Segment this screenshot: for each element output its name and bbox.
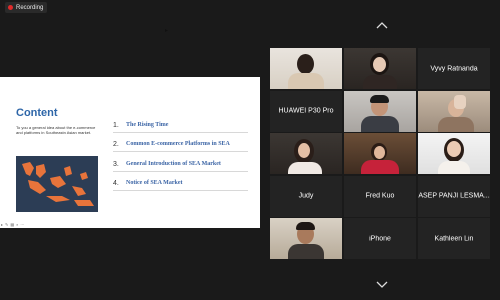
toc-number: 3. [113, 160, 119, 168]
participant-video [344, 133, 416, 174]
gallery-scroll-up-button[interactable] [376, 22, 388, 29]
toc-item: 3. General Introduction of SEA Market [113, 157, 248, 172]
grid-icon[interactable]: ▦ [10, 222, 14, 227]
recording-label: Recording [16, 4, 44, 11]
toc-number: 4. [113, 179, 119, 187]
participant-tile[interactable]: Vyvy Ratnanda [418, 48, 490, 89]
search-icon[interactable]: ⌕ [16, 222, 18, 227]
participant-tile[interactable] [270, 133, 342, 174]
participant-tile[interactable] [418, 133, 490, 174]
toc-label: The Rising Time [126, 122, 169, 128]
participant-tile[interactable]: ASEP PANJI LESMA... [418, 175, 490, 217]
mouse-pointer-icon: ▸ [165, 28, 169, 34]
participant-tile[interactable] [270, 218, 342, 259]
participant-tile[interactable]: Kathleen Lin [418, 218, 490, 259]
participant-gallery: Vyvy Ratnanda HUAWEI P30 Pro Judy Fred K… [270, 48, 490, 259]
toc-number: 2. [113, 140, 119, 148]
chevron-up-icon [376, 22, 388, 29]
participant-tile[interactable]: HUAWEI P30 Pro [270, 90, 342, 132]
participant-tile[interactable] [344, 133, 416, 174]
toc-item: 2. Common E-commerce Platforms in SEA [113, 137, 248, 152]
toc-label: General Introduction of SEA Market [126, 161, 221, 167]
participant-tile[interactable] [418, 90, 490, 132]
participant-name: HUAWEI P30 Pro [278, 107, 334, 115]
participant-tile[interactable]: iPhone [344, 218, 416, 259]
slide-title: Content [16, 107, 58, 119]
play-icon[interactable]: ▸ [1, 222, 3, 227]
participant-name: ASEP PANJI LESMA... [418, 192, 490, 200]
recording-dot-icon [8, 5, 13, 10]
chevron-down-icon [376, 281, 388, 288]
participant-name: Fred Kuo [365, 192, 395, 200]
toc-label: Common E-commerce Platforms in SEA [126, 141, 230, 147]
participant-name: Vyvy Ratnanda [430, 65, 478, 72]
participant-video [418, 90, 490, 132]
participant-video [270, 133, 342, 174]
participant-name: iPhone [369, 235, 391, 242]
participant-video [270, 218, 342, 259]
shared-screen[interactable]: Content To you a general idea about the … [0, 77, 260, 228]
toc-item: 1. The Rising Time [113, 118, 248, 133]
participant-video [270, 48, 342, 89]
participant-tile[interactable]: Fred Kuo [344, 175, 416, 217]
toc-item: 4. Notice of SEA Market [113, 176, 248, 191]
participant-tile[interactable] [270, 48, 342, 89]
active-speaker-tile[interactable] [344, 90, 416, 132]
toc-label: Notice of SEA Market [126, 180, 183, 186]
participant-video [418, 133, 490, 174]
participant-name: Judy [298, 192, 314, 200]
participant-tile[interactable] [344, 48, 416, 89]
southeast-asia-map-image [16, 156, 98, 212]
gallery-scroll-down-button[interactable] [376, 281, 388, 288]
participant-tile[interactable]: Judy [270, 175, 342, 217]
participant-video [344, 90, 416, 132]
participant-name: Kathleen Lin [434, 235, 474, 242]
recording-indicator[interactable]: Recording [5, 2, 48, 13]
pen-icon[interactable]: ✎ [5, 222, 8, 227]
slide-footer-controls: ▸ ✎ ▦ ⌕ ⋯ [1, 222, 24, 227]
slide-subtitle: To you a general idea about the e-commer… [16, 125, 96, 135]
participant-video [344, 48, 416, 89]
more-icon[interactable]: ⋯ [20, 222, 24, 227]
toc-number: 1. [113, 121, 119, 129]
